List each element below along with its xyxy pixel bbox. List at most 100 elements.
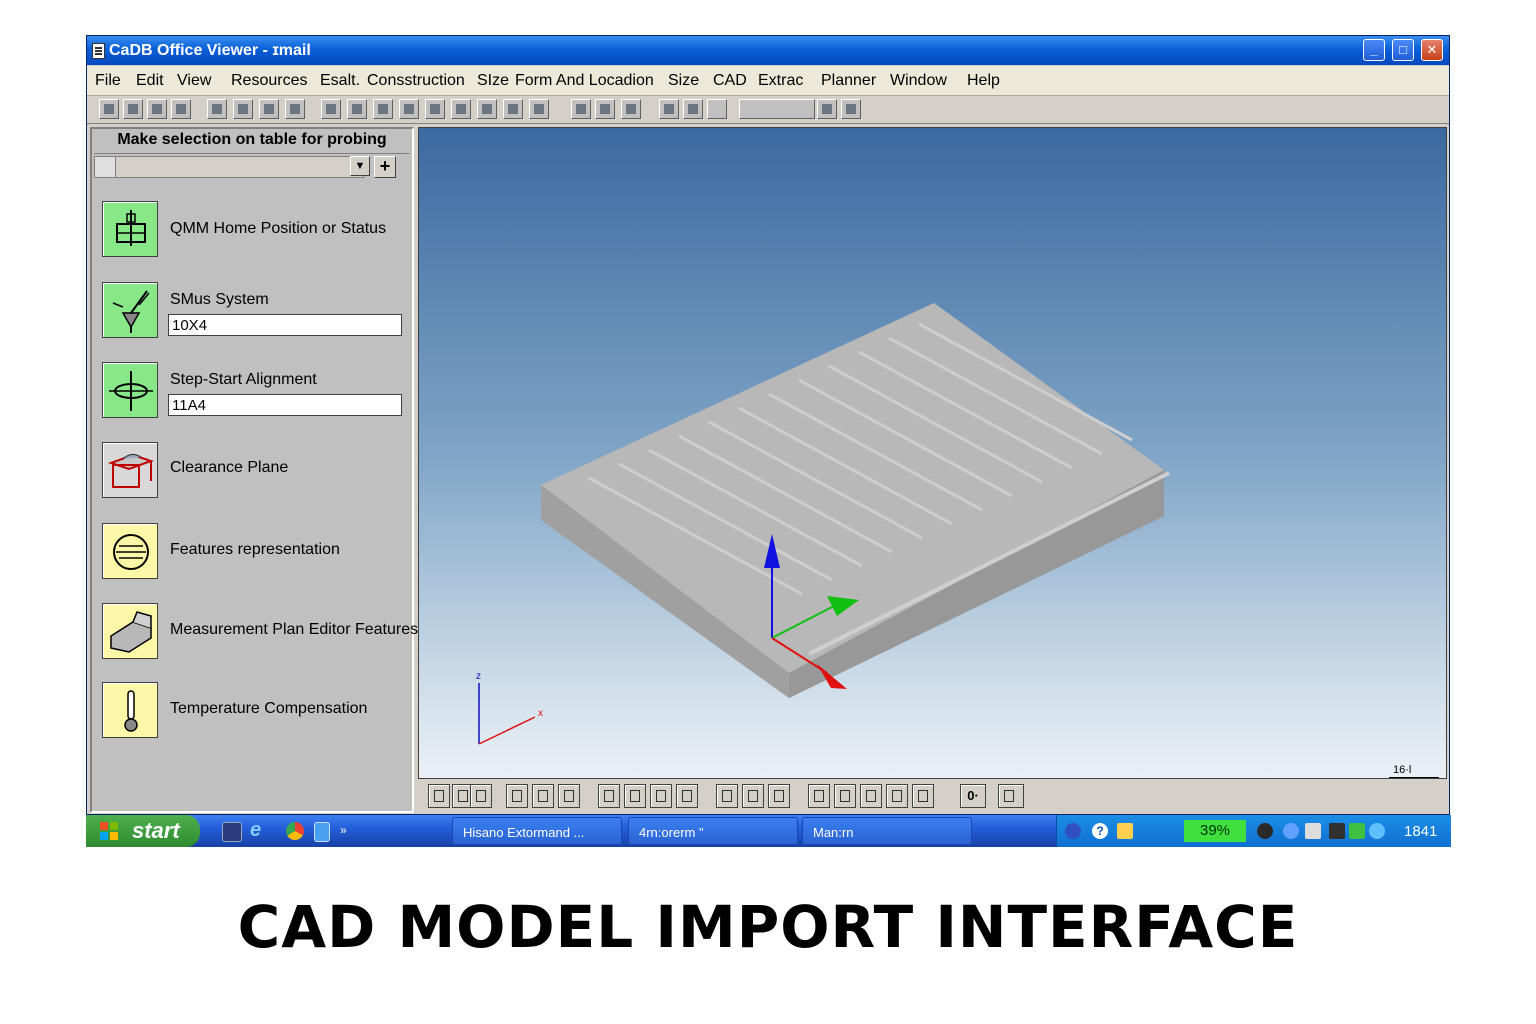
toolbar-button[interactable] [477, 99, 497, 119]
view-button[interactable] [768, 784, 790, 808]
cad-model[interactable] [541, 303, 1170, 698]
tool-item-plan-editor[interactable]: Measurement Plan Editor Features [102, 603, 418, 663]
toolbar-button[interactable] [373, 99, 393, 119]
zoom-selector[interactable]: 0· [960, 784, 986, 808]
help-icon[interactable]: ? [1092, 823, 1108, 839]
toolbar-button[interactable] [451, 99, 471, 119]
tray-app-icon[interactable] [1329, 823, 1345, 839]
media-icon[interactable] [314, 822, 330, 842]
volume-icon[interactable] [1369, 823, 1385, 839]
view-button[interactable] [912, 784, 934, 808]
toolbar-button[interactable] [817, 99, 837, 119]
toolbar-button[interactable] [571, 99, 591, 119]
desktop-icon[interactable] [222, 822, 242, 842]
taskbar-button[interactable]: 4rn:orerm " [628, 817, 798, 845]
toolbar-button[interactable] [123, 99, 143, 119]
menu-size[interactable]: SIze [477, 72, 509, 90]
taskbar-button[interactable]: Hisano Extormand ... [452, 817, 622, 845]
close-button[interactable]: ✕ [1421, 39, 1443, 61]
toolbar-button[interactable] [171, 99, 191, 119]
home-position-icon[interactable] [102, 201, 158, 257]
toolbar-button[interactable] [595, 99, 615, 119]
menu-size-2[interactable]: Size [668, 72, 699, 90]
view-button[interactable] [506, 784, 528, 808]
toolbar-button[interactable] [529, 99, 549, 119]
toolbar-button[interactable] [503, 99, 523, 119]
minimize-button[interactable]: _ [1363, 39, 1385, 61]
plan-editor-icon[interactable] [102, 603, 158, 659]
menu-construction[interactable]: Consstruction [367, 72, 465, 90]
toolbar-button[interactable] [659, 99, 679, 119]
view-button[interactable] [428, 784, 450, 808]
view-button[interactable] [742, 784, 764, 808]
toolbar-button[interactable] [147, 99, 167, 119]
view-button[interactable] [676, 784, 698, 808]
toolbar-button[interactable] [233, 99, 253, 119]
alignment-icon[interactable] [102, 362, 158, 418]
network-icon[interactable] [1065, 823, 1081, 839]
security-icon[interactable] [1117, 823, 1133, 839]
maximize-button[interactable]: □ [1392, 39, 1414, 61]
tool-item-home-position[interactable]: QMM Home Position or Status [102, 201, 412, 261]
view-button[interactable] [650, 784, 672, 808]
tool-item-temperature[interactable]: Temperature Compensation [102, 682, 412, 742]
menu-help[interactable]: Help [967, 72, 1000, 90]
menu-resources[interactable]: Resources [231, 72, 307, 90]
alignment-field[interactable] [168, 394, 402, 416]
view-button[interactable] [886, 784, 908, 808]
thermometer-icon[interactable] [102, 682, 158, 738]
title-bar[interactable]: CaDB Office Viewer - ɪmail _ □ ✕ [87, 36, 1449, 65]
toolbar-button[interactable] [621, 99, 641, 119]
view-button[interactable] [834, 784, 856, 808]
features-icon[interactable] [102, 523, 158, 579]
toolbar-button[interactable] [99, 99, 119, 119]
tray-app-icon[interactable] [1349, 823, 1365, 839]
browser-icon[interactable]: e [250, 820, 268, 840]
quick-launch-more[interactable]: » [340, 823, 347, 837]
menu-view[interactable]: View [177, 72, 211, 90]
menu-file[interactable]: File [95, 72, 121, 90]
panel-selector-button[interactable] [94, 156, 116, 178]
update-icon[interactable] [1283, 823, 1299, 839]
view-button[interactable] [470, 784, 492, 808]
view-button[interactable] [808, 784, 830, 808]
toolbar-button[interactable] [207, 99, 227, 119]
menu-planner[interactable]: Planner [821, 72, 876, 90]
tool-item-features[interactable]: Features representation [102, 523, 412, 583]
taskbar-button[interactable]: Man:rn [802, 817, 972, 845]
tray-app-icon[interactable] [1257, 823, 1273, 839]
panel-selector[interactable] [94, 156, 364, 178]
tool-item-alignment[interactable]: Step-Start Alignment [102, 362, 412, 422]
toolbar-button[interactable] [841, 99, 861, 119]
layout-icon[interactable] [998, 784, 1024, 808]
toolbar-button[interactable] [259, 99, 279, 119]
chrome-icon[interactable] [286, 822, 304, 840]
toolbar-field[interactable] [739, 99, 815, 119]
add-button[interactable]: + [374, 156, 396, 178]
menu-esalt[interactable]: Esalt. [320, 72, 360, 90]
menu-form-and-location[interactable]: Form And Locadion [515, 72, 654, 90]
view-button[interactable] [624, 784, 646, 808]
probe-system-field[interactable] [168, 314, 402, 336]
toolbar-button[interactable] [399, 99, 419, 119]
menu-extract[interactable]: Extrac [758, 72, 803, 90]
view-button[interactable] [716, 784, 738, 808]
toolbar-button[interactable] [321, 99, 341, 119]
tool-item-clearance-plane[interactable]: Clearance Plane [102, 442, 412, 502]
toolbar-button[interactable] [707, 99, 727, 119]
view-button[interactable] [598, 784, 620, 808]
grid-icon[interactable] [532, 784, 554, 808]
view-button[interactable] [558, 784, 580, 808]
toolbar-button[interactable] [425, 99, 445, 119]
chevron-down-icon[interactable]: ▼ [350, 156, 370, 176]
cad-viewport[interactable]: z x 16·l [418, 127, 1447, 779]
view-button[interactable] [860, 784, 882, 808]
probe-system-icon[interactable] [102, 282, 158, 338]
clearance-plane-icon[interactable] [102, 442, 158, 498]
clock[interactable]: 1841 [1404, 823, 1437, 840]
toolbar-button[interactable] [285, 99, 305, 119]
menu-cad[interactable]: CAD [713, 72, 747, 90]
tool-item-probe-system[interactable]: SMus System [102, 282, 412, 342]
menu-window[interactable]: Window [890, 72, 947, 90]
menu-edit[interactable]: Edit [136, 72, 164, 90]
